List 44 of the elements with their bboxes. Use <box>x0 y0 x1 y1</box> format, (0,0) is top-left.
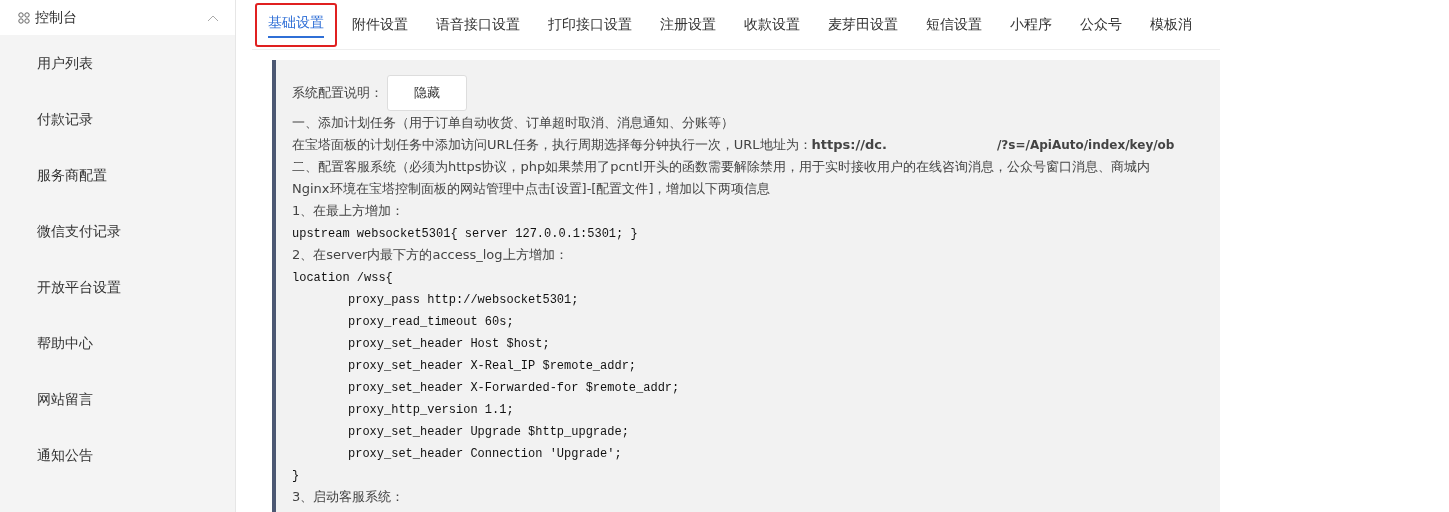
code-line: proxy_http_version 1.1; <box>348 403 514 417</box>
tab[interactable]: 模板消 <box>1137 2 1205 47</box>
sidebar-item[interactable]: 开放平台设置 <box>37 276 121 298</box>
code-line: proxy_pass http://websocket5301; <box>348 293 579 307</box>
code-line: proxy_read_timeout 60s; <box>348 315 514 329</box>
tab[interactable]: 附件设置 <box>339 2 421 47</box>
code-line: proxy_set_header X-Forwarded-for $remote_addr; <box>348 381 680 395</box>
tab[interactable]: 注册设置 <box>647 2 729 47</box>
tab[interactable]: 语音接口设置 <box>423 2 533 47</box>
code-line: proxy_set_header Connection 'Upgrade'; <box>348 447 622 461</box>
sidebar-item[interactable]: 帮助中心 <box>37 332 93 354</box>
sidebar-item[interactable]: 用户列表 <box>37 52 93 74</box>
notice-text: 在宝塔面板的计划任务中添加访问URL任务，执行周期选择每分钟执行一次，URL地址为： <box>292 136 812 154</box>
tab[interactable]: 打印接口设置 <box>535 2 645 47</box>
hide-button[interactable]: 隐藏 <box>387 75 467 111</box>
tab[interactable]: 短信设置 <box>913 2 995 47</box>
tab[interactable]: 基础设置 <box>255 2 337 47</box>
url-text: /?s=/ApiAuto/index/key/ob <box>996 137 1175 154</box>
tab[interactable]: 小程序 <box>997 2 1065 47</box>
url-text: https://dc. <box>811 136 887 154</box>
menu-title[interactable]: 控制台 <box>35 7 77 28</box>
sidebar-item[interactable]: 网站留言 <box>37 388 93 410</box>
sidebar-item[interactable]: 通知公告 <box>37 444 93 466</box>
code-line: location /wss{ <box>292 271 393 285</box>
chevron-icon[interactable] <box>207 13 219 22</box>
tab[interactable]: 公众号 <box>1067 2 1135 47</box>
notice-text: 二、配置客服系统（必须为https协议，php如果禁用了pcntl开头的函数需要解除禁用，用于实时接收用户的在线咨询消息，公众号窗口消息、商城内 <box>292 159 1150 174</box>
code-line: upstream websocket5301{ server 127.0.0.1:5301; } <box>292 227 638 241</box>
tab[interactable]: 麦芽田设置 <box>815 2 911 47</box>
notice-text: 2、在server内最下方的access_log上方增加： <box>292 247 568 262</box>
notice-text: 1、在最上方增加： <box>292 203 405 218</box>
grid-icon <box>18 11 30 24</box>
notice-label: 系统配置说明： <box>292 84 383 103</box>
code-line: proxy_set_header Upgrade $http_upgrade; <box>348 425 629 439</box>
code-line: proxy_set_header X-Real_IP $remote_addr; <box>348 359 637 373</box>
sidebar-item[interactable]: 服务商配置 <box>37 164 107 186</box>
code-line: } <box>292 469 300 483</box>
tab[interactable]: 收款设置 <box>731 2 813 47</box>
notice-text: 一、添加计划任务（用于订单自动收货、订单超时取消、消息通知、分账等） <box>292 115 734 130</box>
notice-text: Nginx环境在宝塔控制面板的网站管理中点击[设置]-[配置文件]，增加以下两项信息 <box>292 181 771 196</box>
sidebar-item[interactable]: 微信支付记录 <box>37 220 121 242</box>
notice-text: 3、启动客服系统： <box>292 489 405 504</box>
sidebar-item[interactable]: 付款记录 <box>37 108 93 130</box>
code-line: proxy_set_header Host $host; <box>348 337 550 351</box>
